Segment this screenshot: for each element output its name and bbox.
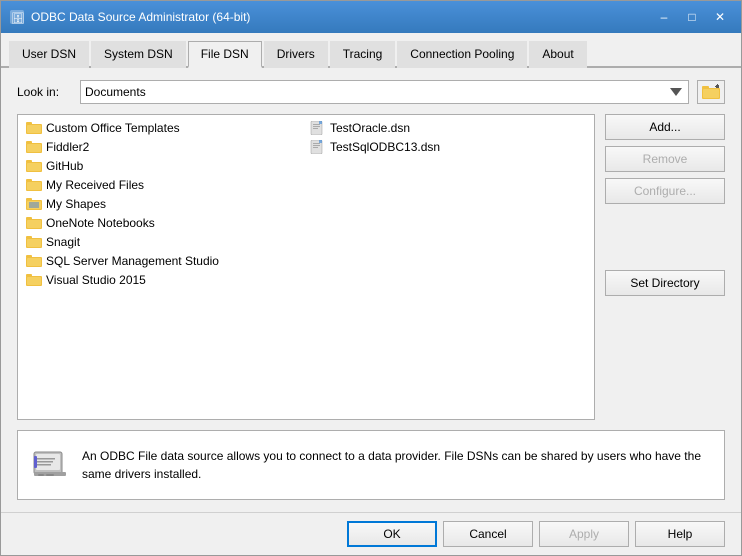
item-label: My Received Files xyxy=(46,178,144,192)
file-list-panel[interactable]: Custom Office Templates Fiddler2 xyxy=(17,114,595,420)
ok-button[interactable]: OK xyxy=(347,521,437,547)
look-in-label: Look in: xyxy=(17,85,72,99)
folder-icon xyxy=(26,140,42,154)
tab-content: Look in: Documents xyxy=(1,68,741,512)
list-item[interactable]: Snagit xyxy=(22,233,306,251)
item-label: GitHub xyxy=(46,159,83,173)
close-button[interactable]: ✕ xyxy=(707,7,733,27)
list-item[interactable]: My Shapes xyxy=(22,195,306,213)
file-column-2: TestOracle.dsn TestSqlODBC13.dsn xyxy=(306,119,590,289)
folder-icon xyxy=(26,235,42,249)
window-title: ODBC Data Source Administrator (64-bit) xyxy=(31,10,651,24)
browse-folder-button[interactable] xyxy=(697,80,725,104)
main-window: 🗄 ODBC Data Source Administrator (64-bit… xyxy=(0,0,742,556)
minimize-button[interactable]: – xyxy=(651,7,677,27)
tab-drivers[interactable]: Drivers xyxy=(264,41,328,68)
file-list-columns: Custom Office Templates Fiddler2 xyxy=(22,119,590,289)
tab-bar: User DSN System DSN File DSN Drivers Tra… xyxy=(1,33,741,68)
list-item[interactable]: Custom Office Templates xyxy=(22,119,306,137)
item-label: TestOracle.dsn xyxy=(330,121,410,135)
list-item[interactable]: TestSqlODBC13.dsn xyxy=(306,138,590,156)
folder-icon xyxy=(26,273,42,287)
add-button[interactable]: Add... xyxy=(605,114,725,140)
configure-button[interactable]: Configure... xyxy=(605,178,725,204)
item-label: Visual Studio 2015 xyxy=(46,273,146,287)
help-button[interactable]: Help xyxy=(635,521,725,547)
folder-icon xyxy=(26,216,42,230)
list-item[interactable]: SQL Server Management Studio xyxy=(22,252,306,270)
item-label: My Shapes xyxy=(46,197,106,211)
bottom-button-bar: OK Cancel Apply Help xyxy=(1,512,741,555)
title-bar: 🗄 ODBC Data Source Administrator (64-bit… xyxy=(1,1,741,33)
dsn-file-icon xyxy=(310,140,326,154)
list-item[interactable]: GitHub xyxy=(22,157,306,175)
dsn-file-icon xyxy=(310,121,326,135)
list-item[interactable]: My Received Files xyxy=(22,176,306,194)
file-column-1: Custom Office Templates Fiddler2 xyxy=(22,119,306,289)
folder-icon xyxy=(26,178,42,192)
folder-icon xyxy=(26,121,42,135)
list-item[interactable]: TestOracle.dsn xyxy=(306,119,590,137)
info-description: An ODBC File data source allows you to c… xyxy=(82,447,712,483)
look-in-row: Look in: Documents xyxy=(17,80,725,104)
svg-text:🗄: 🗄 xyxy=(11,12,25,25)
app-icon: 🗄 xyxy=(9,9,25,25)
item-label: Custom Office Templates xyxy=(46,121,180,135)
tab-file-dsn[interactable]: File DSN xyxy=(188,41,262,68)
list-item[interactable]: OneNote Notebooks xyxy=(22,214,306,232)
item-label: Snagit xyxy=(46,235,80,249)
list-item[interactable]: Visual Studio 2015 xyxy=(22,271,306,289)
apply-button[interactable]: Apply xyxy=(539,521,629,547)
folder-icon xyxy=(26,159,42,173)
main-area: Custom Office Templates Fiddler2 xyxy=(17,114,725,420)
cancel-button[interactable]: Cancel xyxy=(443,521,533,547)
info-icon xyxy=(30,444,70,487)
item-label: SQL Server Management Studio xyxy=(46,254,219,268)
tab-connection-pooling[interactable]: Connection Pooling xyxy=(397,41,527,68)
tab-system-dsn[interactable]: System DSN xyxy=(91,41,186,68)
tab-user-dsn[interactable]: User DSN xyxy=(9,41,89,68)
folder-special-icon xyxy=(26,197,42,211)
folder-browse-icon xyxy=(702,84,720,100)
folder-icon xyxy=(26,254,42,268)
item-label: Fiddler2 xyxy=(46,140,89,154)
right-button-panel: Add... Remove Configure... Set Directory xyxy=(605,114,725,420)
remove-button[interactable]: Remove xyxy=(605,146,725,172)
list-item[interactable]: Fiddler2 xyxy=(22,138,306,156)
look-in-dropdown[interactable]: Documents xyxy=(80,80,689,104)
tab-about[interactable]: About xyxy=(529,41,586,68)
item-label: OneNote Notebooks xyxy=(46,216,155,230)
maximize-button[interactable]: □ xyxy=(679,7,705,27)
info-panel: An ODBC File data source allows you to c… xyxy=(17,430,725,500)
window-controls: – □ ✕ xyxy=(651,7,733,27)
item-label: TestSqlODBC13.dsn xyxy=(330,140,440,154)
set-directory-button[interactable]: Set Directory xyxy=(605,270,725,296)
tab-tracing[interactable]: Tracing xyxy=(330,41,396,68)
